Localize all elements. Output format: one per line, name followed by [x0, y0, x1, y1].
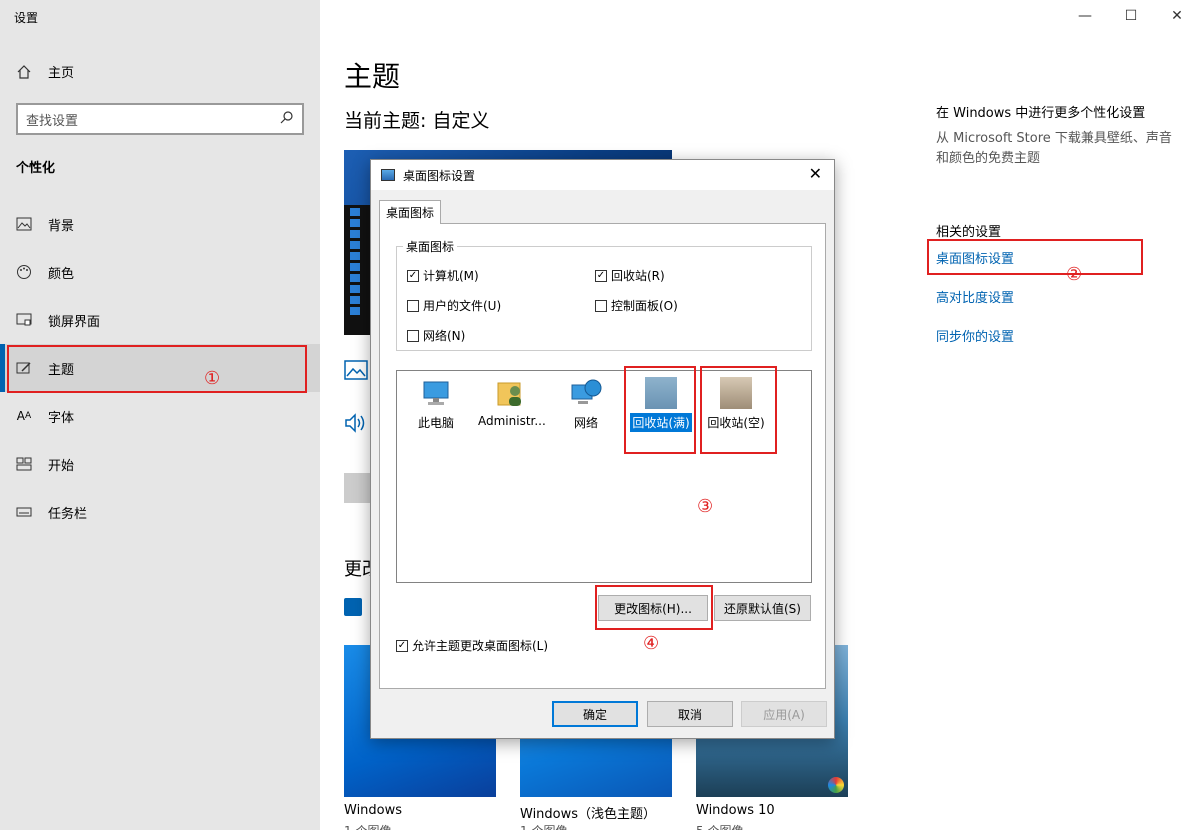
annotation-box-1 [7, 345, 307, 393]
font-icon: AA [16, 409, 32, 423]
checkbox-label: 计算机(M) [423, 269, 479, 283]
group-title: 桌面图标 [403, 238, 458, 255]
current-theme-title: 当前主题: 自定义 [344, 110, 490, 132]
lockscreen-icon [16, 312, 32, 328]
icon-item-this-pc[interactable]: 此电脑 [401, 377, 471, 432]
theme-image-count: 1 个图像 [520, 822, 567, 830]
checkbox-label: 允许主题更改桌面图标(L) [412, 639, 549, 653]
theme-name: Windows（浅色主题） [520, 807, 657, 822]
annotation-number-4: ④ [643, 633, 660, 654]
icon-label: 此电脑 [417, 416, 454, 430]
user-folder-icon [495, 377, 527, 409]
related-settings-title: 相关的设置 [936, 225, 1002, 240]
annotation-box-4 [595, 585, 713, 630]
sidebar-item-label: 锁屏界面 [48, 314, 101, 330]
annotation-box-3a [624, 366, 696, 454]
control-panel-checkbox[interactable]: 控制面板(O) [595, 297, 678, 314]
dialog-titlebar[interactable]: 桌面图标设置 ✕ [371, 160, 834, 190]
maximize-button[interactable]: ☐ [1108, 0, 1154, 32]
checkbox-checked-icon: ✓ [396, 639, 408, 652]
sidebar-item-label: 任务栏 [48, 506, 88, 522]
annotation-number-3: ③ [697, 496, 714, 517]
computer-checkbox[interactable]: ✓ 计算机(M) [407, 267, 479, 284]
icon-item-network[interactable]: 网络 [551, 377, 621, 432]
recycle-bin-checkbox[interactable]: ✓ 回收站(R) [595, 267, 665, 284]
network-checkbox[interactable]: 网络(N) [407, 327, 465, 344]
minimize-button[interactable]: — [1062, 0, 1108, 32]
dialog-close-icon[interactable]: ✕ [809, 164, 822, 183]
start-icon [16, 456, 32, 472]
checkbox-unchecked-icon [407, 299, 419, 312]
annotation-number-2: ② [1066, 264, 1083, 285]
theme-image-count: 1 个图像 [344, 822, 391, 830]
palette-icon [16, 264, 32, 280]
allow-themes-checkbox[interactable]: ✓ 允许主题更改桌面图标(L) [396, 637, 548, 654]
sidebar-item-label: 背景 [48, 218, 75, 234]
high-contrast-link[interactable]: 高对比度设置 [936, 287, 1014, 306]
icon-item-user-files[interactable]: Administr... [476, 377, 546, 429]
network-icon [570, 377, 602, 409]
apply-button[interactable]: 应用(A) [741, 701, 827, 727]
search-placeholder: 查找设置 [26, 113, 79, 129]
checkbox-label: 回收站(R) [611, 269, 665, 283]
sidebar-item-label: 颜色 [48, 266, 75, 282]
sound-icon[interactable] [344, 412, 368, 439]
sidebar-item-colors[interactable]: 颜色 [0, 248, 320, 296]
page-title: 主题 [344, 60, 401, 93]
color-wheel-icon [828, 777, 844, 793]
checkbox-checked-icon: ✓ [407, 269, 419, 282]
checkbox-label: 网络(N) [423, 329, 466, 343]
taskbar-icon [16, 504, 32, 520]
icon-label: 网络 [573, 416, 598, 430]
annotation-box-2 [927, 239, 1143, 275]
cancel-button[interactable]: 取消 [647, 701, 733, 727]
checkbox-label: 用户的文件(U) [423, 299, 502, 313]
ok-button[interactable]: 确定 [552, 701, 638, 727]
sync-settings-link[interactable]: 同步你的设置 [936, 326, 1014, 345]
section-title: 个性化 [16, 161, 56, 176]
desktop-icons-group: 桌面图标 ✓ 计算机(M) ✓ 回收站(R) 用户的文件(U) 控制面板(O) … [396, 238, 812, 351]
store-section-title: 在 Windows 中进行更多个性化设置 [936, 106, 1146, 121]
nav-home-label: 主页 [48, 66, 75, 81]
annotation-number-1: ① [204, 368, 221, 389]
sidebar-item-start[interactable]: 开始 [0, 440, 320, 488]
nav-home[interactable]: 主页 [16, 62, 74, 81]
sidebar-item-lockscreen[interactable]: 锁屏界面 [0, 296, 320, 344]
app-title: 设置 [14, 11, 39, 25]
restore-default-button[interactable]: 还原默认值(S) [714, 595, 811, 621]
theme-name: Windows 10 [696, 803, 775, 818]
theme-name: Windows [344, 803, 403, 818]
background-picture-icon[interactable] [344, 360, 368, 385]
annotation-box-3b [700, 366, 777, 454]
checkbox-unchecked-icon [407, 329, 419, 342]
sidebar-item-fonts[interactable]: AA 字体 [0, 392, 320, 440]
window-controls: — ☐ ✕ [1062, 0, 1200, 32]
theme-image-count: 5 个图像 [696, 822, 743, 830]
computer-icon [420, 377, 452, 409]
search-icon[interactable] [280, 110, 294, 128]
sidebar-item-label: 字体 [48, 410, 75, 426]
store-icon[interactable] [344, 598, 362, 616]
picture-icon [16, 216, 32, 232]
home-icon [16, 64, 32, 80]
checkbox-unchecked-icon [595, 299, 607, 312]
close-button[interactable]: ✕ [1154, 0, 1200, 32]
sidebar-item-background[interactable]: 背景 [0, 200, 320, 248]
store-section-text: 从 Microsoft Store 下载兼具壁纸、声音和颜色的免费主题 [936, 131, 1172, 166]
checkbox-checked-icon: ✓ [595, 269, 607, 282]
sidebar-item-taskbar[interactable]: 任务栏 [0, 488, 320, 536]
checkbox-label: 控制面板(O) [611, 299, 678, 313]
search-input[interactable]: 查找设置 [16, 103, 304, 135]
desktop-settings-icon [381, 169, 395, 181]
dialog-title: 桌面图标设置 [403, 168, 476, 183]
user-files-checkbox[interactable]: 用户的文件(U) [407, 297, 501, 314]
sidebar-item-label: 开始 [48, 458, 75, 474]
tab-desktop-icons[interactable]: 桌面图标 [379, 200, 441, 224]
sidebar: 设置 主页 查找设置 个性化 背景 颜色 锁屏界面 主题 AA 字体 开始 任务… [0, 0, 320, 830]
icon-label: Administr... [478, 414, 546, 428]
